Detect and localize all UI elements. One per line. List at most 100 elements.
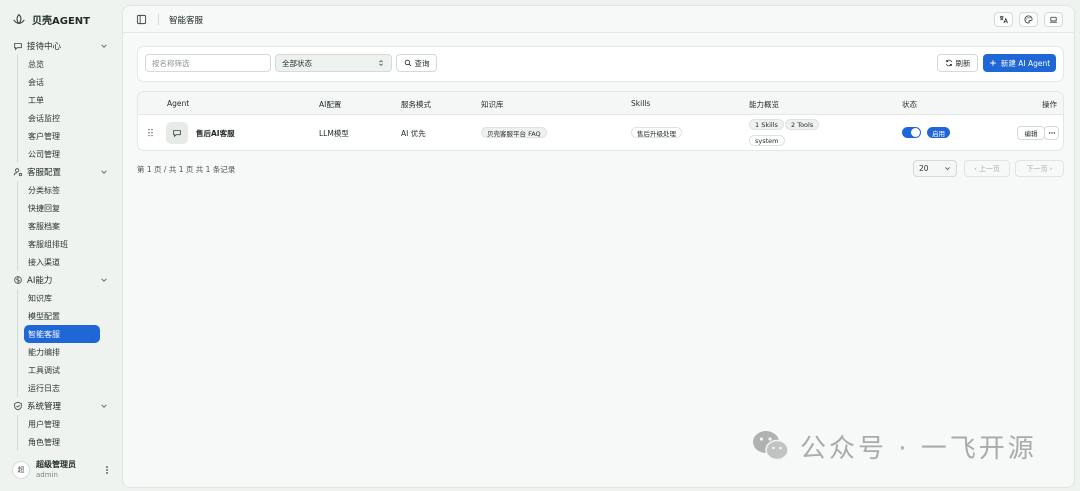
nav-group-label: 接待中心 [27, 42, 62, 52]
status-select[interactable]: 全部状态 [275, 54, 392, 72]
nav-group-label: AI能力 [27, 276, 53, 286]
nav-group-label: 客服配置 [27, 168, 62, 178]
search-icon [404, 59, 411, 67]
search-input[interactable] [145, 54, 271, 72]
status-badge: 启用 [927, 127, 950, 138]
user-role: admin [36, 471, 58, 479]
user-profile[interactable]: 超 超级管理员 admin [12, 459, 112, 481]
wechat-logo-icon [753, 431, 789, 461]
palette-icon [1024, 15, 1033, 24]
page-title: 智能客服 [169, 16, 204, 26]
top-bar: 智能客服 [123, 6, 1074, 33]
sidebar-item-users[interactable]: 用户管理 [24, 415, 100, 433]
sidebar-item-run-logs[interactable]: 运行日志 [24, 379, 100, 397]
sidebar-item-orchestration[interactable]: 能力编排 [24, 343, 100, 361]
chevron-right-icon: › [1049, 164, 1053, 173]
agent-table: Agent AI配置 服务模式 知识库 Skills 能力概览 状态 操作 售后… [137, 91, 1064, 151]
agent-avatar [166, 122, 188, 144]
divider [158, 14, 159, 25]
column-header-capabilities: 能力概览 [749, 100, 779, 109]
chevron-down-icon [945, 167, 950, 171]
ai-config-value: LLM模型 [319, 129, 349, 138]
brand[interactable]: 贝壳AGENT [12, 11, 90, 27]
next-page-button[interactable]: 下一页 › [1015, 160, 1064, 177]
prev-page-button[interactable]: ‹ 上一页 [964, 160, 1010, 177]
column-header-agent: Agent [167, 99, 190, 108]
sidebar-item-roles[interactable]: 角色管理 [24, 433, 100, 451]
column-header-actions: 操作 [1042, 100, 1057, 109]
nav-group-ai[interactable]: AI能力 [0, 271, 116, 289]
avatar: 超 [12, 461, 30, 479]
theme-button[interactable] [1019, 12, 1038, 27]
device-button[interactable] [1044, 12, 1063, 27]
status-toggle[interactable] [902, 127, 921, 138]
page-size-value: 20 [919, 164, 929, 173]
more-actions-button[interactable] [1044, 126, 1059, 140]
sidebar-item-tool-debug[interactable]: 工具调试 [24, 361, 100, 379]
main-panel: 智能客服 全部状态 查询 刷新 新建 AI Agent [122, 5, 1075, 488]
sidebar-item-smart-service[interactable]: 智能客服 [24, 325, 100, 343]
page-size-select[interactable]: 20 [913, 160, 957, 177]
refresh-button-label: 刷新 [955, 58, 971, 68]
column-header-skills: Skills [631, 99, 651, 108]
chevron-down-icon [101, 278, 107, 282]
more-horizontal-icon [1048, 132, 1055, 134]
chat-bubble-icon [14, 43, 22, 51]
sidebar-toggle-icon[interactable] [136, 14, 147, 25]
nav-group-items: 分类标签 快捷回复 客服档案 客服组排班 接入渠道 [17, 181, 116, 271]
drag-handle-icon[interactable] [147, 128, 154, 137]
query-button-label: 查询 [414, 58, 430, 68]
sidebar-item-quick-replies[interactable]: 快捷回复 [24, 199, 100, 217]
refresh-button[interactable]: 刷新 [937, 54, 978, 72]
capability-chip-skills: 1 Skills [749, 119, 784, 130]
column-header-knowledge: 知识库 [481, 100, 504, 109]
nav-group-items: 用户管理 角色管理 [17, 415, 116, 451]
sidebar-item-sessions[interactable]: 会话 [24, 73, 100, 91]
sidebar-item-knowledge-base[interactable]: 知识库 [24, 289, 100, 307]
filter-bar: 全部状态 查询 刷新 新建 AI Agent [137, 46, 1064, 82]
sidebar-item-group-schedule[interactable]: 客服组排班 [24, 235, 100, 253]
new-agent-button-label: 新建 AI Agent [1000, 58, 1051, 68]
sidebar-item-customers[interactable]: 客户管理 [24, 127, 100, 145]
sidebar-item-agent-profiles[interactable]: 客服档案 [24, 217, 100, 235]
sidebar-item-tickets[interactable]: 工单 [24, 91, 100, 109]
brand-name: 贝壳AGENT [32, 15, 90, 27]
sidebar-item-companies[interactable]: 公司管理 [24, 145, 100, 163]
chevron-down-icon [101, 404, 107, 408]
capability-chip-system: system [749, 135, 785, 146]
translate-icon [999, 15, 1008, 24]
laptop-icon [1049, 16, 1058, 23]
table-row[interactable]: 售后AI客服 LLM模型 AI 优先 贝壳客服平台 FAQ 售后升级处理 1 S… [138, 115, 1063, 150]
sidebar-item-category-tags[interactable]: 分类标签 [24, 181, 100, 199]
chat-bubble-icon [173, 130, 181, 138]
skill-chip: 售后升级处理 [631, 127, 682, 138]
edit-button[interactable]: 编辑 [1017, 126, 1045, 140]
nav-group-items: 总览 会话 工单 会话监控 客户管理 公司管理 [17, 55, 116, 163]
ai-brain-icon [14, 276, 22, 284]
column-header-service-mode: 服务模式 [401, 100, 431, 109]
more-vertical-icon[interactable] [102, 465, 112, 475]
chevron-left-icon: ‹ [974, 164, 977, 173]
next-page-label: 下一页 [1026, 164, 1048, 173]
new-agent-button[interactable]: 新建 AI Agent [983, 54, 1056, 72]
knowledge-chip: 贝壳客服平台 FAQ [481, 127, 547, 138]
capability-chip-tools: 2 Tools [785, 119, 820, 130]
watermark-text: 公众号 · 一飞开源 [800, 433, 1037, 464]
user-info: 超级管理员 admin [36, 460, 102, 480]
table-header: Agent AI配置 服务模式 知识库 Skills 能力概览 状态 操作 [138, 92, 1063, 115]
nav-group-label: 系统管理 [27, 402, 62, 412]
sidebar-item-channels[interactable]: 接入渠道 [24, 253, 100, 271]
watermark: 公众号 · 一飞开源 [750, 424, 1037, 468]
plus-icon [990, 60, 996, 66]
sidebar-item-model-config[interactable]: 模型配置 [24, 307, 100, 325]
nav-group-service-config[interactable]: 客服配置 [0, 163, 116, 181]
pagination-info: 第 1 页 / 共 1 页 共 1 条记录 [137, 165, 236, 174]
sidebar-item-overview[interactable]: 总览 [24, 55, 100, 73]
translate-button[interactable] [994, 12, 1013, 27]
nav-group-system[interactable]: 系统管理 [0, 397, 116, 415]
chevron-down-icon [101, 44, 107, 48]
nav-group-reception[interactable]: 接待中心 [0, 37, 116, 55]
sidebar-item-session-monitor[interactable]: 会话监控 [24, 109, 100, 127]
agent-name[interactable]: 售后AI客服 [196, 128, 235, 139]
query-button[interactable]: 查询 [396, 54, 437, 72]
